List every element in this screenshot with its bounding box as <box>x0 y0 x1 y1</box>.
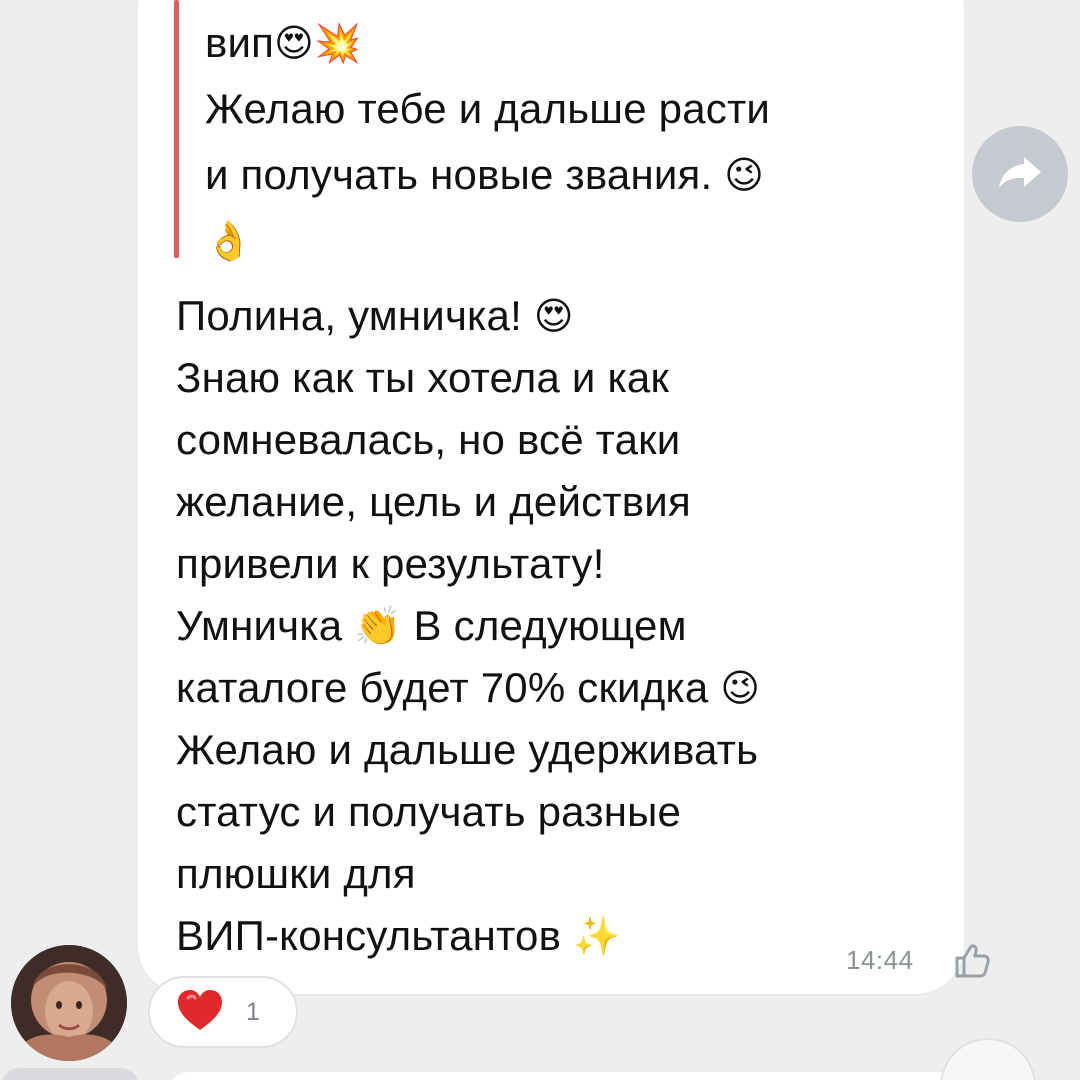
message-body[interactable]: Полина, умничка! 😍 Знаю как ты хотела и … <box>176 285 936 967</box>
sparkles-emoji-icon: ✨ <box>573 914 621 958</box>
body-line-2: Знаю как ты хотела и как <box>176 354 670 401</box>
body-text-7: каталоге будет 70% скидка <box>176 664 709 711</box>
body-line-6: Умничка 👏 В следующем <box>176 595 936 657</box>
quote-text-1: вип <box>205 19 275 66</box>
reaction-heart[interactable]: 1 <box>148 976 298 1048</box>
body-text-6a: Умничка <box>176 602 343 649</box>
message-time: 14:44 <box>846 945 914 975</box>
body-text-1: Полина, умничка! <box>176 292 522 339</box>
clapping-emoji-icon: 👏 <box>354 604 402 648</box>
body-line-11: ВИП-консультантов ✨ <box>176 905 936 967</box>
collision-emoji-icon: 💥 <box>313 21 362 65</box>
body-line-8: Желаю и дальше удерживать <box>176 726 759 773</box>
ok-hand-emoji-icon: 👌 <box>205 219 253 263</box>
chat-screen: вип😍💥 Желаю тебе и дальше расти и получа… <box>0 0 1080 1080</box>
thumbs-up-icon[interactable] <box>949 938 993 982</box>
next-message-avatar-edge <box>0 1068 140 1080</box>
body-text-6b: В следующем <box>413 602 687 649</box>
heart-icon <box>176 988 224 1037</box>
body-line-9: статус и получать разные <box>176 788 682 835</box>
body-line-5: привели к результату! <box>176 540 605 587</box>
body-line-4: желание, цель и действия <box>176 478 691 525</box>
reaction-count: 1 <box>246 997 260 1026</box>
quote-line-3: и получать новые звания. 😉 <box>205 142 925 208</box>
heart-eyes-emoji-icon: 😍 <box>533 294 574 338</box>
avatar[interactable] <box>11 945 127 1061</box>
quote-line-1: вип😍💥 <box>205 10 925 76</box>
quoted-message[interactable]: вип😍💥 Желаю тебе и дальше расти и получа… <box>205 10 925 274</box>
reply-quote-bar <box>174 0 179 258</box>
quote-line-2: Желаю тебе и дальше расти <box>205 85 771 132</box>
body-line-7: каталоге будет 70% скидка 😉 <box>176 657 936 719</box>
body-text-11: ВИП-консультантов <box>176 912 562 959</box>
body-line-3: сомневалась, но всё таки <box>176 416 681 463</box>
next-message-bubble[interactable] <box>168 1072 1028 1080</box>
next-message-action-button[interactable] <box>940 1038 1036 1080</box>
wink-emoji-icon: 😉 <box>720 666 761 710</box>
heart-eyes-emoji-icon: 😍 <box>274 21 314 65</box>
forward-button[interactable] <box>972 126 1068 222</box>
wink-emoji-icon: 😉 <box>724 153 765 197</box>
forward-arrow-icon <box>996 152 1044 197</box>
quote-text-3: и получать новые звания. <box>205 151 713 198</box>
body-line-1: Полина, умничка! 😍 <box>176 285 936 347</box>
quote-line-4: 👌 <box>205 208 925 274</box>
body-line-10: плюшки для <box>176 850 416 897</box>
